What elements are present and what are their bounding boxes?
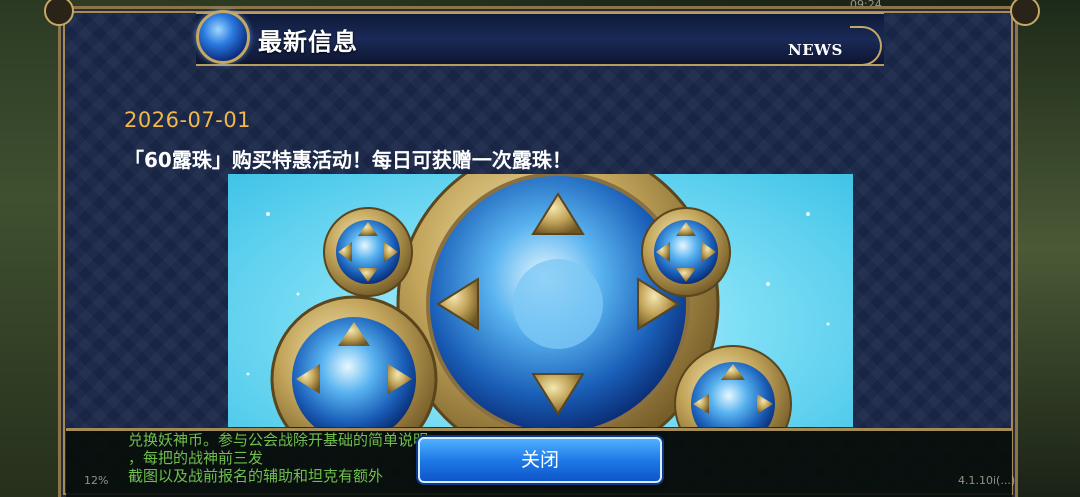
news-date: 2026-07-01 <box>124 108 252 132</box>
news-headline[interactable]: 「60露珠」购买特惠活动！每日可获赠一次露珠！ <box>124 144 572 173</box>
version-label: 4.1.10i(...) <box>958 474 1016 487</box>
small-medallion-icon <box>323 207 413 297</box>
chat-line: 截图以及战前报名的辅助和坦克有额外 <box>128 467 384 485</box>
game-screen: 09:24 最新信息 NEWS 2026-07-01 「60露珠」购买特惠活动！… <box>0 0 1080 497</box>
news-label: NEWS <box>788 41 843 59</box>
crystal-orb-icon <box>196 10 250 64</box>
dialog-title: 最新信息 <box>258 27 358 56</box>
background-scene-right <box>1010 0 1080 497</box>
dew-pearl-emblems-illustration <box>246 174 830 427</box>
small-medallion-icon <box>641 207 731 297</box>
percent-indicator: 12% <box>84 474 109 487</box>
promo-banner-image[interactable] <box>228 174 853 427</box>
close-button[interactable]: 关闭 <box>418 437 662 483</box>
